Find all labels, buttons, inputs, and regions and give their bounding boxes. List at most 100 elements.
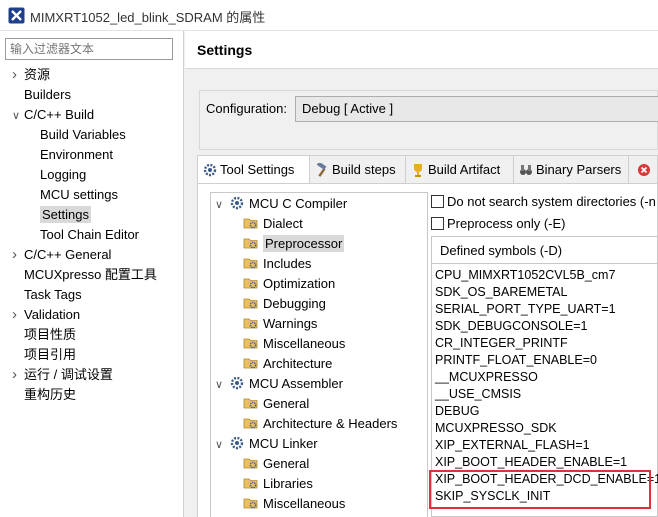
sidebar-item[interactable]: › 运行 / 调试设置: [12, 365, 113, 385]
chevron-down-icon[interactable]: ∨: [215, 195, 229, 215]
sidebar-item[interactable]: Logging: [28, 165, 86, 185]
folder-gear-icon: [243, 358, 258, 369]
sidebar-item[interactable]: 项目引用: [12, 345, 76, 365]
sidebar-item[interactable]: 重构历史: [12, 385, 76, 405]
chevron-down-icon[interactable]: ∨: [215, 375, 229, 395]
preprocess-only-checkbox[interactable]: [431, 217, 444, 230]
tree-item-label: Architecture & Headers: [263, 416, 398, 431]
symbol-item[interactable]: XIP_BOOT_HEADER_ENABLE=1: [435, 454, 627, 471]
sidebar-item[interactable]: › 资源: [12, 65, 50, 85]
tab-bar: Tool Settings Build steps Build Artifact…: [197, 155, 658, 185]
tree-item[interactable]: Optimization: [243, 274, 335, 294]
tab-build-steps[interactable]: Build steps: [309, 155, 406, 183]
folder-gear-icon: [243, 338, 258, 349]
tree-item[interactable]: Warnings: [243, 314, 317, 334]
sidebar-item-label: MCU settings: [40, 187, 119, 202]
tab-binary-parsers[interactable]: Binary Parsers: [513, 155, 629, 183]
chevron-right-icon[interactable]: ›: [12, 305, 24, 325]
tree-item-label: Includes: [263, 256, 312, 271]
tab-build-artifact[interactable]: Build Artifact: [405, 155, 514, 183]
sidebar-item-label: Build Variables: [40, 127, 126, 142]
sidebar-item[interactable]: › C/C++ General: [12, 245, 111, 265]
sidebar-item-label: Logging: [40, 167, 87, 182]
configuration-label: Configuration:: [206, 101, 287, 116]
sidebar-item[interactable]: Task Tags: [12, 285, 82, 305]
sidebar-item-label: 重构历史: [24, 387, 77, 402]
sidebar-item-label: Validation: [24, 307, 81, 322]
tree-item[interactable]: Debugging: [243, 294, 326, 314]
tree-group[interactable]: ∨ MCU C Compiler: [215, 194, 347, 214]
tree-item[interactable]: Architecture: [243, 354, 332, 374]
tree-item[interactable]: Libraries: [243, 474, 313, 494]
sidebar-item-label: 项目性质: [24, 327, 77, 342]
configuration-area: Configuration: Debug [ Active ]: [199, 90, 658, 150]
tab-label: Binary Parsers: [536, 162, 622, 177]
gear-icon: [203, 163, 217, 177]
tree-item[interactable]: Architecture & Headers: [243, 414, 397, 434]
tab-error[interactable]: [628, 155, 658, 183]
sidebar-item-label: C/C++ General: [24, 247, 112, 262]
sidebar-item-label: C/C++ Build: [24, 107, 95, 122]
sidebar-item-label: Settings: [40, 206, 91, 223]
sidebar-item[interactable]: Environment: [28, 145, 113, 165]
chevron-down-icon[interactable]: ∨: [12, 106, 24, 126]
configuration-select[interactable]: Debug [ Active ]: [295, 96, 658, 122]
tree-group[interactable]: ∨ MCU Assembler: [215, 374, 343, 394]
page-header: Settings: [185, 31, 658, 69]
symbol-item[interactable]: __USE_CMSIS: [435, 386, 521, 403]
sidebar-item-label: Task Tags: [24, 287, 82, 302]
tab-tool-settings[interactable]: Tool Settings: [197, 155, 310, 185]
tree-item[interactable]: Miscellaneous: [243, 494, 345, 514]
tree-item-label: Architecture: [263, 356, 333, 371]
filter-input[interactable]: [5, 38, 173, 60]
folder-gear-icon: [243, 238, 258, 249]
chevron-right-icon[interactable]: ›: [12, 245, 24, 265]
sidebar-item[interactable]: Tool Chain Editor: [28, 225, 139, 245]
gear-icon: [230, 196, 244, 210]
symbol-item[interactable]: CR_INTEGER_PRINTF: [435, 335, 568, 352]
tree-item[interactable]: General: [243, 454, 309, 474]
chevron-right-icon[interactable]: ›: [12, 65, 24, 85]
folder-gear-icon: [243, 318, 258, 329]
sidebar-item-label: MCUXpresso 配置工具: [24, 267, 157, 282]
tree-item[interactable]: Includes: [243, 254, 311, 274]
sidebar-item[interactable]: › Validation: [12, 305, 80, 325]
symbol-item[interactable]: __MCUXPRESSO: [435, 369, 538, 386]
tree-item[interactable]: Dialect: [243, 214, 303, 234]
tree-item-label: Miscellaneous: [263, 496, 346, 511]
sidebar-item-label: Tool Chain Editor: [40, 227, 139, 242]
chevron-right-icon[interactable]: ›: [12, 365, 24, 385]
sidebar-item[interactable]: 项目性质: [12, 325, 76, 345]
tree-item[interactable]: Preprocessor: [243, 234, 345, 254]
gear-icon: [230, 436, 244, 450]
symbol-item[interactable]: SERIAL_PORT_TYPE_UART=1: [435, 301, 616, 318]
hammer-icon: [316, 163, 327, 177]
sidebar-item[interactable]: MCUXpresso 配置工具: [12, 265, 157, 285]
folder-gear-icon: [243, 278, 258, 289]
symbol-item[interactable]: MCUXPRESSO_SDK: [435, 420, 557, 437]
tree-group[interactable]: ∨ MCU Linker: [215, 434, 318, 454]
tree-item-label: MCU Linker: [249, 436, 318, 451]
tree-item-label: Dialect: [263, 216, 303, 231]
symbol-item[interactable]: SDK_DEBUGCONSOLE=1: [435, 318, 587, 335]
left-nav-panel: ›资源Builders∨C/C++ Build Build Variables En…: [0, 31, 184, 517]
symbol-item[interactable]: DEBUG: [435, 403, 479, 420]
symbol-item[interactable]: XIP_EXTERNAL_FLASH=1: [435, 437, 590, 454]
eclipse-x-icon: [8, 7, 25, 24]
symbol-item[interactable]: CPU_MIMXRT1052CVL5B_cm7: [435, 267, 615, 284]
no-system-dirs-checkbox[interactable]: [431, 195, 444, 208]
gear-icon: [230, 376, 244, 390]
sidebar-item[interactable]: Builders: [12, 85, 71, 105]
sidebar-item[interactable]: Settings: [28, 205, 91, 225]
tree-item[interactable]: Miscellaneous: [243, 334, 345, 354]
sidebar-item[interactable]: Build Variables: [28, 125, 126, 145]
symbol-item[interactable]: SDK_OS_BAREMETAL: [435, 284, 567, 301]
symbol-item[interactable]: PRINTF_FLOAT_ENABLE=0: [435, 352, 597, 369]
tab-label: Build steps: [332, 162, 396, 177]
sidebar-item[interactable]: MCU settings: [28, 185, 118, 205]
sidebar-item[interactable]: ∨ C/C++ Build: [12, 105, 94, 125]
window-title: MIMXRT1052_led_blink_SDRAM 的属性: [30, 10, 266, 25]
tree-item[interactable]: General: [243, 394, 309, 414]
chevron-down-icon[interactable]: ∨: [215, 435, 229, 455]
folder-gear-icon: [243, 478, 258, 489]
